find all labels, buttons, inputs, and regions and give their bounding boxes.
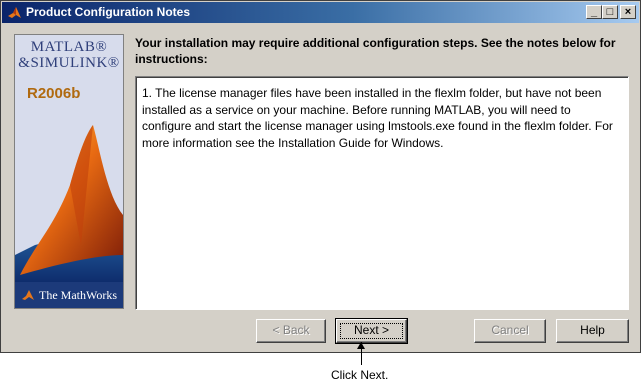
notes-text: 1. The license manager files have been i… xyxy=(142,86,613,150)
minimize-icon: _ xyxy=(590,6,598,18)
minimize-button[interactable]: _ xyxy=(586,5,602,19)
matlab-splash-image: MATLAB® &SIMULINK® R2006b The MathWorks xyxy=(14,34,124,309)
window-title: Product Configuration Notes xyxy=(26,5,190,19)
maximize-button[interactable]: □ xyxy=(602,5,618,19)
close-button[interactable]: × xyxy=(620,5,636,19)
back-button[interactable]: < Back xyxy=(256,319,326,343)
close-icon: × xyxy=(624,6,632,18)
maximize-icon: □ xyxy=(606,6,614,18)
instructions-text: Your installation may require additional… xyxy=(135,36,616,66)
simulink-wordmark: &SIMULINK® xyxy=(18,55,120,71)
cancel-button[interactable]: Cancel xyxy=(474,319,546,343)
mathworks-logo-icon xyxy=(22,290,34,300)
matlab-wordmark: MATLAB® xyxy=(30,39,108,55)
matlab-logo-icon xyxy=(8,7,21,18)
focus-rectangle xyxy=(340,323,403,339)
title-bar[interactable]: Product Configuration Notes _ □ × xyxy=(2,2,639,23)
callout-caption: Click Next. xyxy=(331,368,389,382)
help-button[interactable]: Help xyxy=(556,319,629,343)
release-label: R2006b xyxy=(27,85,81,102)
company-name: The MathWorks xyxy=(39,288,118,302)
notes-textbox[interactable]: 1. The license manager files have been i… xyxy=(135,76,629,310)
next-button[interactable]: Next > xyxy=(335,318,408,344)
callout-arrow xyxy=(361,342,362,365)
membrane-logo-icon xyxy=(15,125,123,285)
product-configuration-notes-dialog: Product Configuration Notes _ □ × MATLAB… xyxy=(0,0,641,353)
mathworks-footer: The MathWorks xyxy=(15,282,123,308)
